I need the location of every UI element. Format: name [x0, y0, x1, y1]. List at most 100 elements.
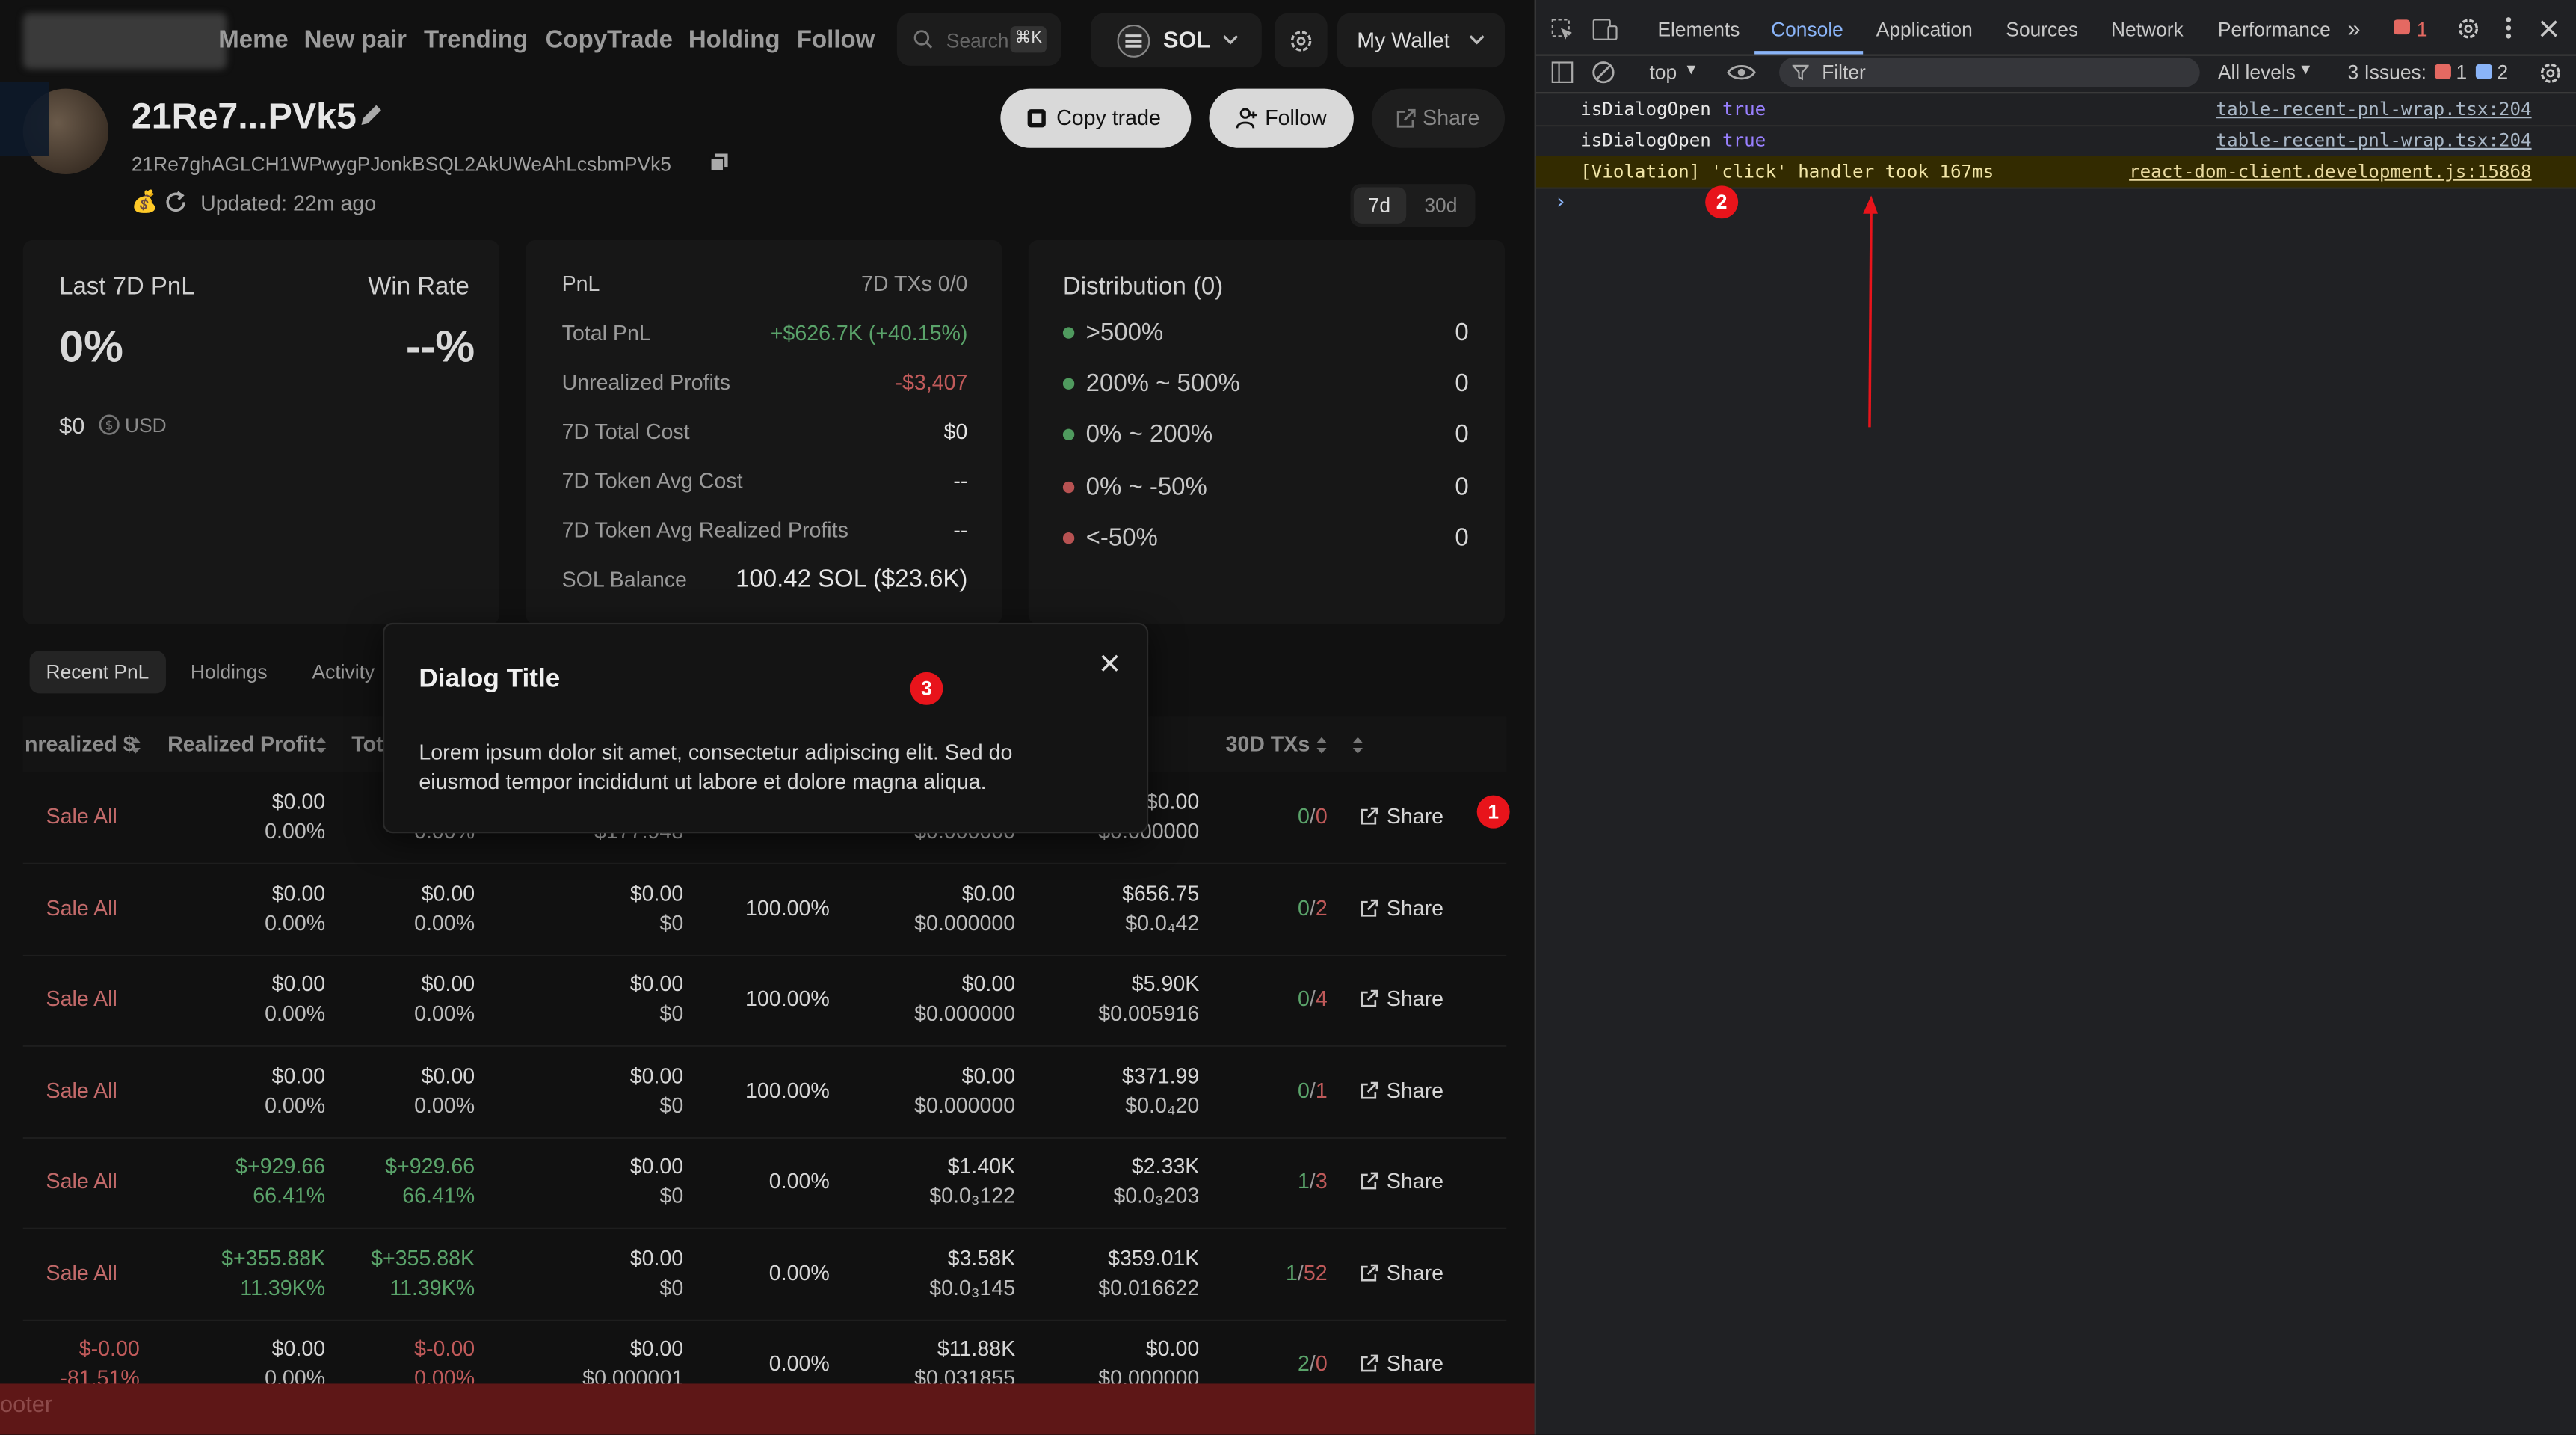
console-filter-input[interactable]: Filter — [1779, 57, 2200, 87]
eye-icon[interactable] — [1727, 63, 1757, 82]
cell-secondary: $0 — [659, 1183, 684, 1208]
row-share-button[interactable]: Share — [1361, 1260, 1443, 1284]
nav-trending[interactable]: Trending — [424, 26, 528, 54]
nav-new-pair[interactable]: New pair — [304, 26, 407, 54]
sort-icon[interactable] — [1316, 737, 1327, 755]
row-share-button[interactable]: Share — [1361, 1078, 1443, 1102]
share-icon — [1361, 807, 1378, 825]
error-count[interactable]: 1 — [2417, 18, 2428, 41]
cell-primary: $0.00 — [961, 879, 1016, 905]
chain-selector[interactable]: SOL — [1091, 13, 1262, 68]
col-total[interactable]: Tot — [351, 731, 383, 756]
sale-all-button[interactable]: Sale All — [46, 1078, 117, 1102]
tab-bar: Recent PnL Holdings Activity — [23, 642, 395, 701]
sort-icon[interactable] — [130, 737, 141, 755]
sort-icon[interactable] — [315, 737, 327, 755]
error-icon[interactable] — [2394, 19, 2410, 35]
console-source-link[interactable]: react-dom-client.development.js:15868 — [2129, 156, 2532, 188]
txs-sells: 4 — [1315, 986, 1328, 1011]
col-txs[interactable]: 30D TXs — [1225, 731, 1310, 756]
issues-error-count[interactable]: 1 — [2456, 61, 2468, 84]
range-30d-button[interactable]: 30d — [1424, 194, 1457, 217]
row-share-label: Share — [1386, 1077, 1444, 1102]
money-bag-icon: 💰 — [131, 188, 158, 214]
nav-copytrade[interactable]: CopyTrade — [546, 26, 673, 54]
follow-button[interactable]: Follow — [1209, 88, 1354, 148]
row-share-button[interactable]: Share — [1361, 804, 1443, 829]
cell-secondary: $0 — [659, 1001, 684, 1026]
row-share-button[interactable]: Share — [1361, 1169, 1443, 1193]
nav-follow[interactable]: Follow — [797, 26, 875, 54]
range-7d-button[interactable]: 7d — [1353, 187, 1407, 224]
device-toggle-icon[interactable] — [1592, 18, 1618, 41]
issues-label[interactable]: 3 Issues: — [2347, 61, 2426, 84]
refresh-icon[interactable] — [163, 189, 189, 215]
devtools-tab-application[interactable]: Application — [1876, 18, 1973, 41]
kebab-menu-icon[interactable] — [2505, 16, 2512, 40]
row-share-button[interactable]: Share — [1361, 895, 1443, 920]
txs-cell: 0/0 — [1248, 802, 1328, 832]
context-selector[interactable]: top — [1649, 61, 1677, 84]
issues-info-count[interactable]: 2 — [2497, 61, 2508, 84]
sidebar-toggle-icon[interactable] — [1551, 61, 1574, 84]
txs-separator: / — [1309, 803, 1316, 829]
console-source-link[interactable]: table-recent-pnl-wrap.tsx:204 — [2216, 93, 2532, 125]
devtools-tab-network[interactable]: Network — [2111, 18, 2184, 41]
devtools-tab-console[interactable]: Console — [1771, 18, 1843, 41]
distribution-value: 0 — [1455, 473, 1469, 501]
sale-all-button[interactable]: Sale All — [46, 1260, 117, 1285]
cell-primary: $0.00 — [629, 879, 684, 905]
txs-buys: 0 — [1297, 986, 1310, 1011]
col-unrealized[interactable]: nrealized $ — [25, 731, 135, 756]
share-icon — [1361, 1354, 1378, 1372]
cell-primary: $656.75 — [1122, 879, 1200, 905]
settings-icon[interactable] — [2456, 16, 2481, 41]
log-levels-select[interactable]: All levels — [2218, 61, 2296, 84]
sort-icon[interactable] — [1352, 737, 1364, 755]
pnl-row-value: 100.42 SOL ($23.6K) — [736, 565, 968, 594]
nav-meme[interactable]: Meme — [218, 26, 288, 54]
nav-holding[interactable]: Holding — [688, 26, 780, 54]
issue-error-icon — [2434, 64, 2451, 79]
wallet-name: 21Re7...PVk5 — [131, 95, 357, 137]
settings-button[interactable] — [1275, 13, 1328, 68]
share-profile-button[interactable]: Share — [1372, 88, 1506, 148]
tab-holdings[interactable]: Holdings — [174, 651, 284, 693]
devtools-tab-elements[interactable]: Elements — [1657, 18, 1740, 41]
row-share-button[interactable]: Share — [1361, 1351, 1443, 1375]
console-source-link[interactable]: table-recent-pnl-wrap.tsx:204 — [2216, 125, 2532, 156]
clear-console-icon[interactable] — [1592, 61, 1615, 84]
copy-icon[interactable] — [709, 153, 729, 172]
sale-all-button[interactable]: Sale All — [46, 1169, 117, 1193]
cell-secondary: $0 — [659, 1092, 684, 1117]
devtools-panel: Elements Console Application Sources Net… — [1534, 0, 2576, 1435]
close-icon[interactable] — [1100, 654, 1118, 672]
cell-primary: $0.00 — [629, 1336, 684, 1361]
copy-trade-button[interactable]: Copy trade — [1000, 88, 1192, 148]
sale-all-button[interactable]: Sale All — [46, 804, 117, 829]
console-settings-icon[interactable] — [2538, 61, 2563, 85]
cell-primary: $0.00 — [271, 788, 326, 814]
close-devtools-icon[interactable] — [2540, 19, 2558, 37]
col-realized[interactable]: Realized Profit — [167, 731, 315, 756]
pnl-row-value: -- — [953, 468, 968, 494]
txs-buys: 0 — [1297, 803, 1310, 829]
top-nav: Meme New pair Trending CopyTrade Holding… — [0, 0, 1535, 82]
devtools-tab-sources[interactable]: Sources — [2006, 18, 2078, 41]
row-share-button[interactable]: Share — [1361, 986, 1443, 1011]
search-shortcut: ⌘K — [1010, 26, 1047, 53]
inspect-icon[interactable] — [1551, 18, 1574, 41]
cell-secondary: 0.00% — [414, 909, 475, 935]
console-prompt[interactable]: › — [1554, 191, 1567, 215]
sale-all-button[interactable]: Sale All — [46, 895, 117, 920]
wallet-button[interactable]: My Wallet — [1337, 13, 1506, 68]
devtools-tab-performance[interactable]: Performance — [2218, 18, 2331, 41]
edit-icon[interactable] — [358, 102, 384, 128]
summary-title: Last 7D PnL — [59, 272, 195, 301]
tab-activity[interactable]: Activity — [296, 651, 391, 693]
distribution-dot — [1062, 378, 1075, 390]
logo-blurred — [22, 13, 227, 70]
sale-all-button[interactable]: Sale All — [46, 986, 117, 1011]
more-tabs-icon[interactable]: » — [2347, 15, 2360, 41]
tab-recent-pnl[interactable]: Recent PnL — [29, 651, 166, 694]
